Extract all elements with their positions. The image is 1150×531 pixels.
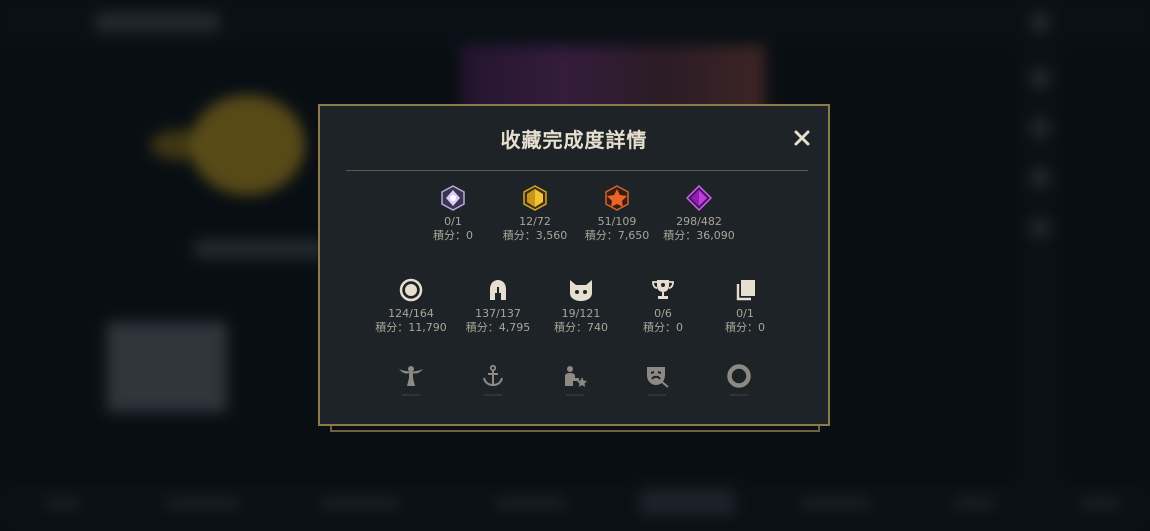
collection-details-modal: 收藏完成度詳情 0/1 積分：0 12/72 積分：3,560 51/109 積… — [318, 104, 830, 426]
stat-count: 12/72 — [519, 215, 551, 228]
stat-score: 積分：740 — [554, 321, 608, 334]
cards-icon — [731, 276, 759, 304]
stat-winged-figure — [366, 362, 456, 396]
close-button[interactable] — [790, 126, 814, 150]
cat-face-icon — [567, 276, 595, 304]
stat-figure-star — [530, 362, 620, 396]
trophy-icon — [649, 276, 677, 304]
stat-ring: 124/164 積分：11,790 — [366, 276, 456, 335]
stat-score: 積分：11,790 — [375, 321, 447, 334]
stat-score: 積分：0 — [433, 229, 473, 242]
chroma-gem-icon — [439, 184, 467, 212]
title-divider — [346, 170, 808, 171]
stat-cards: 0/1 積分：0 — [700, 276, 790, 335]
stat-count: 124/164 — [388, 307, 434, 320]
stat-score: 積分：0 — [643, 321, 683, 334]
stat-anchor — [448, 362, 538, 396]
stat-orange-gem: 51/109 積分：7,650 — [572, 184, 662, 243]
faded-value — [484, 394, 502, 396]
faded-value — [566, 394, 584, 396]
stat-score: 積分：36,090 — [663, 229, 735, 242]
stat-count: 51/109 — [597, 215, 637, 228]
stat-count: 137/137 — [475, 307, 521, 320]
stat-gold-gem: 12/72 積分：3,560 — [490, 184, 580, 243]
close-icon — [794, 130, 810, 146]
stat-count: 298/482 — [676, 215, 722, 228]
circle-ring-icon — [725, 362, 753, 390]
stat-helmet: 137/137 積分：4,795 — [453, 276, 543, 335]
stat-count: 19/121 — [561, 307, 601, 320]
stat-score: 積分：4,795 — [465, 321, 531, 334]
purple-gem-icon — [685, 184, 713, 212]
faded-value — [730, 394, 748, 396]
faded-value — [648, 394, 666, 396]
faded-value — [402, 394, 420, 396]
orange-gem-icon — [603, 184, 631, 212]
helmet-icon — [484, 276, 512, 304]
stat-cat-face: 19/121 積分：740 — [536, 276, 626, 335]
gold-gem-icon — [521, 184, 549, 212]
theater-mask-icon — [643, 362, 671, 390]
stat-theater-mask — [612, 362, 702, 396]
stat-score: 積分：3,560 — [502, 229, 568, 242]
anchor-icon — [479, 362, 507, 390]
stat-trophy: 0/6 積分：0 — [618, 276, 708, 335]
stat-score: 積分：7,650 — [584, 229, 650, 242]
figure-star-icon — [561, 362, 589, 390]
stat-count: 0/1 — [736, 307, 754, 320]
modal-title: 收藏完成度詳情 — [500, 128, 648, 152]
stat-count: 0/6 — [654, 307, 672, 320]
ring-icon — [397, 276, 425, 304]
winged-figure-icon — [397, 362, 425, 390]
stat-circle-ring — [694, 362, 784, 396]
stat-count: 0/1 — [444, 215, 462, 228]
stat-purple-gem: 298/482 積分：36,090 — [654, 184, 744, 243]
stat-score: 積分：0 — [725, 321, 765, 334]
stat-chroma-gem: 0/1 積分：0 — [408, 184, 498, 243]
